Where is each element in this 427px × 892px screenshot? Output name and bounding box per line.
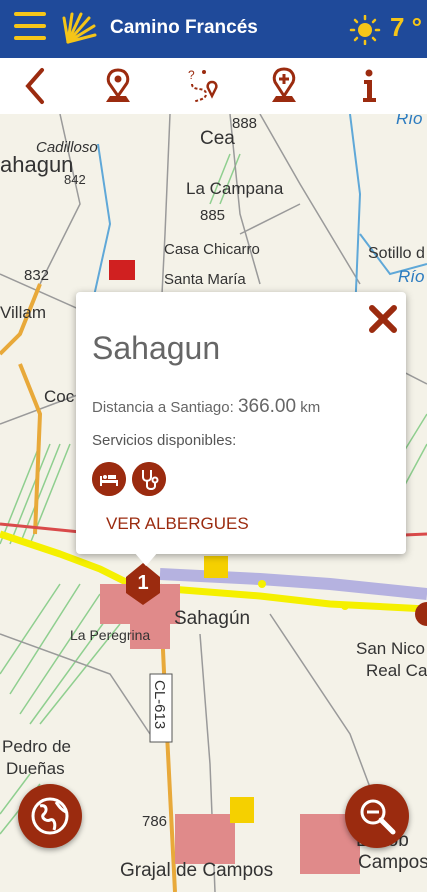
globe-button[interactable] (18, 784, 82, 848)
map-building-symbol (109, 260, 135, 280)
temperature: 7 ° (390, 12, 423, 42)
close-x-icon[interactable] (368, 304, 398, 334)
view-hostels-link[interactable]: VER ALBERGUES (106, 514, 249, 534)
distance-value: 366.00 (237, 396, 297, 417)
popup-title: Sahagun (92, 330, 221, 366)
hamburger-icon[interactable] (14, 12, 46, 42)
svg-text:?: ? (188, 68, 195, 82)
location-popup: Sahagun Distancia a Santiago: 366.00 km … (76, 292, 406, 554)
zoom-out-button[interactable] (345, 784, 409, 848)
route-icon[interactable]: ? (184, 66, 224, 106)
bed-icon[interactable] (92, 462, 126, 496)
info-icon[interactable] (350, 66, 390, 106)
map-label: Casa Chicarro (164, 241, 260, 258)
map-label: Santa María (164, 271, 246, 288)
map-label: Río (398, 267, 424, 286)
map-label: Río (396, 114, 422, 128)
map-label: Cadilloso (36, 139, 98, 156)
distance-unit: km (300, 399, 321, 416)
map-label: Cea (200, 128, 235, 149)
stage-marker[interactable]: 1 (126, 563, 160, 605)
map-label: Dueñas (6, 759, 65, 778)
map-label: San Nico (356, 639, 425, 658)
map-label: Sotillo d (368, 245, 425, 262)
map-label: La Campana (186, 179, 284, 198)
zoom-out-icon (360, 799, 396, 835)
services-label: Servicios disponibles: (92, 432, 237, 449)
distance-row: Distancia a Santiago: 366.00 km (92, 396, 320, 418)
app-title: Camino Francés (110, 17, 258, 38)
add-pin-icon[interactable] (264, 66, 304, 106)
map-label: La Peregrina (70, 627, 150, 643)
map-pin-icon[interactable] (98, 66, 138, 106)
stage-marker-number: 1 (137, 572, 148, 594)
chevron-left-icon[interactable] (16, 66, 56, 106)
toolbar: ? (0, 58, 427, 115)
map-label: 832 (24, 267, 49, 284)
scallop-shell-icon (62, 12, 97, 44)
map-label: Grajal de Campos (120, 860, 273, 881)
map-label: Campos (358, 852, 427, 873)
map-label: Coc (44, 387, 75, 406)
popup-pointer (134, 552, 158, 566)
map-label: Sahagún (174, 608, 250, 629)
road-label-cl613: CL-613 (151, 680, 168, 729)
app-header: Camino Francés 7 ° (0, 0, 427, 58)
map-church-symbol-2 (230, 797, 254, 823)
map-label: Villam (0, 303, 46, 322)
map-label: 885 (200, 207, 225, 224)
stethoscope-icon[interactable] (132, 462, 166, 496)
map-label: Pedro de (2, 737, 71, 756)
map-label: 842 (64, 172, 86, 187)
map-label: 888 (232, 115, 257, 132)
map-label: Real Ca (366, 661, 427, 680)
map-label: 786 (142, 813, 167, 830)
sun-icon (349, 15, 381, 45)
map-church-symbol (204, 556, 228, 578)
globe-icon (31, 797, 69, 835)
distance-label: Distancia a Santiago: (92, 399, 234, 416)
